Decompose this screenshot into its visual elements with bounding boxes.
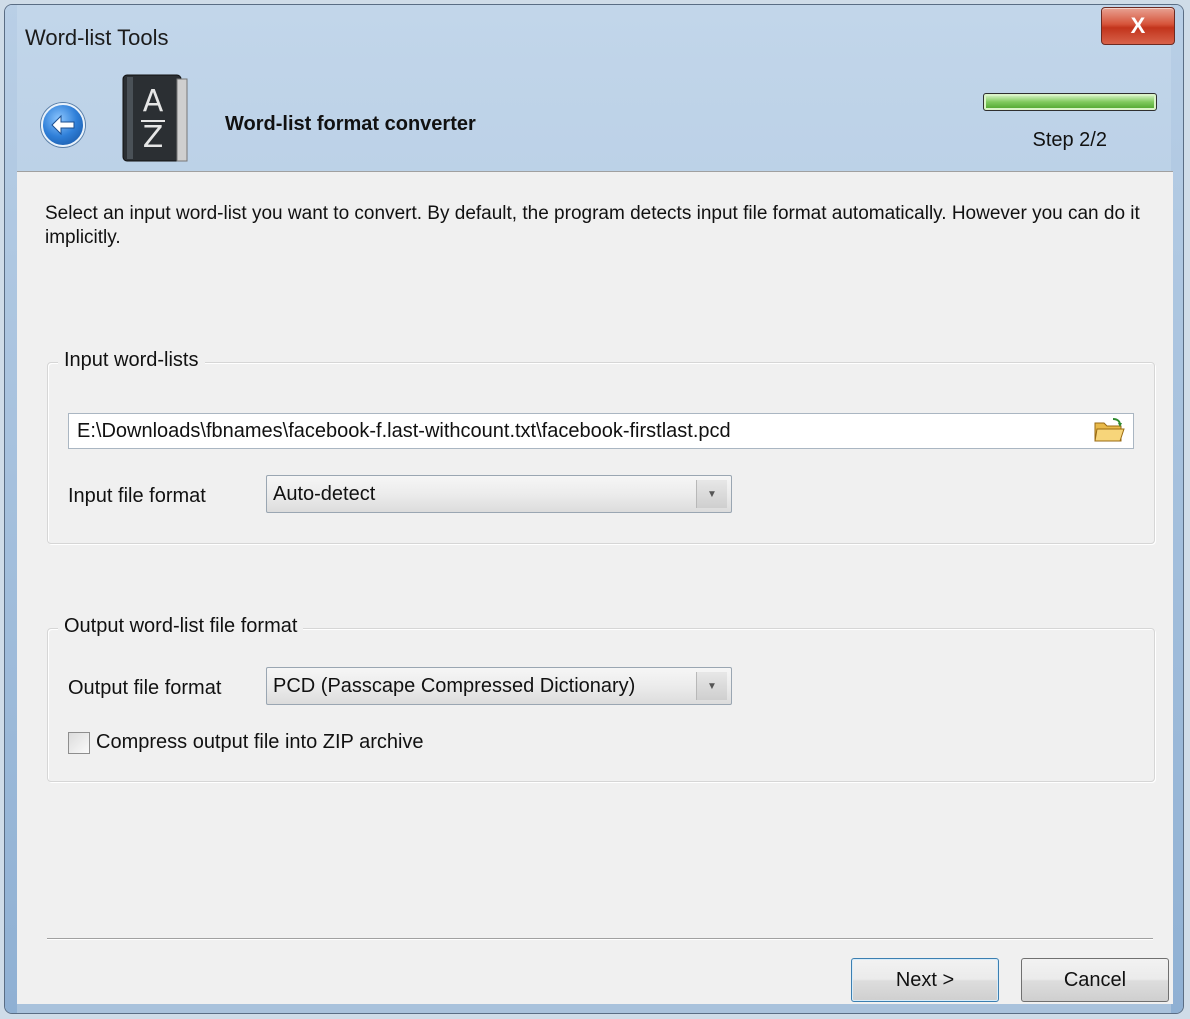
output-format-select[interactable]: PCD (Passcape Compressed Dictionary) ▼	[266, 667, 732, 705]
output-format-group: Output word-list file format Output file…	[47, 615, 1155, 782]
input-path-field[interactable]: E:\Downloads\fbnames\facebook-f.last-wit…	[68, 413, 1134, 449]
cancel-button-label: Cancel	[1063, 968, 1127, 991]
close-button[interactable]: X	[1101, 7, 1175, 45]
wizard-header: A Z Word-list format converter Step 2/2	[17, 65, 1173, 171]
back-button[interactable]	[41, 103, 85, 147]
book-letter-a: A	[143, 84, 164, 119]
dictionary-book-icon: A Z	[117, 71, 191, 167]
compress-zip-label[interactable]: Compress output file into ZIP archive	[96, 731, 424, 754]
input-group-legend: Input word-lists	[58, 349, 205, 372]
next-button-label: Next >	[895, 968, 955, 991]
book-letter-z: Z	[143, 120, 164, 155]
next-button[interactable]: Next >	[851, 958, 999, 1002]
wizard-content: Select an input word-list you want to co…	[17, 171, 1173, 1004]
input-format-label: Input file format	[68, 485, 206, 507]
output-format-value: PCD (Passcape Compressed Dictionary)	[273, 675, 636, 697]
chevron-down-icon[interactable]: ▼	[696, 672, 727, 700]
footer-separator	[47, 938, 1153, 940]
open-folder-icon[interactable]	[1093, 417, 1125, 445]
intro-text: Select an input word-list you want to co…	[45, 203, 1140, 248]
step-progress-bar	[983, 93, 1157, 111]
close-icon: X	[1130, 13, 1146, 38]
window-frame-left	[5, 5, 17, 1013]
chevron-down-icon[interactable]: ▼	[696, 480, 727, 508]
window-title: Word-list Tools	[25, 25, 169, 50]
step-label: Step 2/2	[1032, 129, 1107, 151]
output-format-label: Output file format	[68, 677, 222, 699]
input-format-select[interactable]: Auto-detect ▼	[266, 475, 732, 513]
compress-zip-checkbox[interactable]	[68, 731, 90, 754]
cancel-button[interactable]: Cancel	[1021, 958, 1169, 1002]
wizard-window: Word-list Tools X A Z Word-list format c…	[4, 4, 1184, 1014]
wizard-title: Word-list format converter	[225, 113, 476, 135]
output-group-legend: Output word-list file format	[58, 615, 304, 638]
input-wordlists-group: Input word-lists E:\Downloads\fbnames\fa…	[47, 349, 1155, 544]
input-format-value: Auto-detect	[273, 483, 376, 505]
back-arrow-icon	[51, 114, 75, 136]
input-path-value: E:\Downloads\fbnames\facebook-f.last-wit…	[77, 420, 731, 442]
compress-zip-row[interactable]: Compress output file into ZIP archive	[68, 731, 424, 754]
